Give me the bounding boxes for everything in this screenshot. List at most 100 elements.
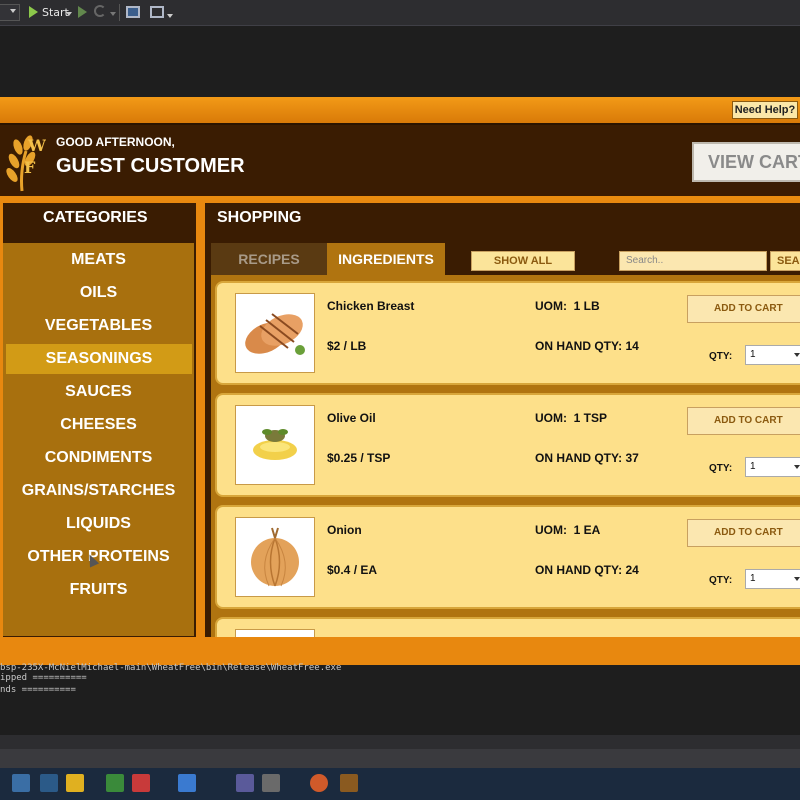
tab-recipes[interactable]: RECIPES — [211, 243, 327, 275]
product-name: Onion — [327, 523, 362, 537]
taskbar — [0, 768, 800, 800]
product-list[interactable]: Chicken Breast $2 / LB UOM: 1 LB ON HAND… — [211, 275, 800, 637]
chevron-down-icon[interactable] — [66, 12, 72, 16]
start-play-icon[interactable] — [29, 6, 38, 18]
browser-icon[interactable] — [310, 774, 328, 792]
qty-label: QTY: — [709, 351, 733, 362]
window-icon[interactable] — [126, 6, 140, 18]
chevron-down-icon — [794, 353, 800, 357]
shopping-panel: SHOPPING RECIPES INGREDIENTS SHOW ALL Se… — [202, 200, 800, 640]
taskbar-app-icon[interactable] — [262, 774, 280, 792]
customer-name: GUEST CUSTOMER — [56, 155, 245, 177]
olive-oil-icon — [253, 429, 297, 460]
category-condiments[interactable]: CONDIMENTS — [3, 443, 194, 473]
chevron-down-icon — [794, 465, 800, 469]
product-uom: UOM: 1 EA — [535, 523, 601, 537]
help-strip: Need Help? — [0, 97, 800, 123]
ide-toolbar: Start — [0, 0, 800, 26]
qty-label: QTY: — [709, 463, 733, 474]
search-input[interactable]: Search.. — [619, 251, 767, 271]
category-sauces[interactable]: SAUCES — [3, 377, 194, 407]
quantity-select[interactable]: 1 — [745, 457, 800, 477]
app-window: Need Help? W F GOOD AFTERNOON, GUEST CUS… — [0, 97, 800, 665]
output-line: ipped ========== — [0, 673, 87, 683]
product-price: $0.4 / EA — [327, 563, 378, 577]
ide-statusbar — [0, 735, 800, 749]
output-line: nds ========== — [0, 685, 76, 695]
app-header: W F GOOD AFTERNOON, GUEST CUSTOMER VIEW … — [0, 123, 800, 196]
view-cart-button[interactable]: VIEW CART — [692, 142, 800, 182]
product-price: $0.25 / TSP — [327, 451, 391, 465]
product-name: Chicken Breast — [327, 299, 415, 313]
visual-studio-icon[interactable] — [340, 774, 358, 792]
start-button[interactable]: Start — [42, 6, 69, 19]
taskbar-app-icon[interactable] — [12, 774, 30, 792]
qty-value: 1 — [750, 461, 756, 472]
config-dropdown[interactable] — [0, 4, 20, 21]
category-vegetables[interactable]: VEGETABLES — [3, 311, 194, 341]
product-card — [215, 617, 800, 637]
onion-image — [235, 517, 315, 597]
qty-value: 1 — [750, 573, 756, 584]
taskbar-app-icon[interactable] — [236, 774, 254, 792]
product-card: Onion $0.4 / EA UOM: 1 EA ON HAND QTY: 2… — [215, 505, 800, 609]
output-panel: bsp-235X-McNielMichael-main\WheatFree\bi… — [0, 663, 800, 735]
taskbar-app-icon[interactable] — [132, 774, 150, 792]
chevron-down-icon[interactable] — [167, 14, 173, 18]
svg-text:F: F — [24, 158, 36, 177]
screen: { "ide": { "start_label": "Start", "outp… — [0, 0, 800, 800]
product-on-hand: ON HAND QTY: 24 — [535, 563, 639, 577]
svg-text:W: W — [27, 136, 46, 155]
product-card: Chicken Breast $2 / LB UOM: 1 LB ON HAND… — [215, 281, 800, 385]
ide-bottom-bar — [0, 749, 800, 768]
chevron-down-icon — [10, 9, 16, 13]
categories-title: CATEGORIES — [43, 209, 148, 226]
category-liquids[interactable]: LIQUIDS — [3, 509, 194, 539]
show-all-button[interactable]: SHOW ALL — [471, 251, 575, 271]
category-other-proteins[interactable]: OTHER PROTEINS — [3, 542, 194, 572]
shopping-title: SHOPPING — [217, 209, 302, 226]
search-button[interactable]: SEARCH — [770, 251, 800, 271]
category-seasonings[interactable]: SEASONINGS — [6, 344, 192, 374]
quantity-select[interactable]: 1 — [745, 345, 800, 365]
category-meats[interactable]: MEATS — [3, 245, 194, 275]
categories-panel: CATEGORIES MEATS OILS VEGETABLES SEASONI… — [0, 200, 199, 640]
chevron-down-icon[interactable] — [110, 12, 116, 16]
category-list: MEATS OILS VEGETABLES SEASONINGS SAUCES … — [3, 243, 194, 636]
product-image — [235, 629, 315, 637]
chevron-down-icon — [794, 577, 800, 581]
taskbar-app-icon[interactable] — [106, 774, 124, 792]
toolbar-divider — [119, 4, 120, 21]
start-without-debug-icon[interactable] — [78, 6, 87, 18]
taskbar-app-icon[interactable] — [178, 774, 196, 792]
add-to-cart-button[interactable]: ADD TO CART — [687, 295, 800, 323]
qty-value: 1 — [750, 349, 756, 360]
product-uom: UOM: 1 LB — [535, 299, 600, 313]
need-help-button[interactable]: Need Help? — [732, 101, 798, 119]
onion-icon — [251, 527, 299, 587]
product-on-hand: ON HAND QTY: 37 — [535, 451, 639, 465]
chicken-breast-image — [235, 293, 315, 373]
category-cheeses[interactable]: CHEESES — [3, 410, 194, 440]
category-fruits[interactable]: FRUITS — [3, 575, 194, 605]
taskbar-app-icon[interactable] — [40, 774, 58, 792]
tab-ingredients[interactable]: INGREDIENTS — [327, 243, 445, 275]
wheat-logo-icon: W F — [6, 135, 46, 192]
qty-label: QTY: — [709, 575, 733, 586]
category-oils[interactable]: OILS — [3, 278, 194, 308]
output-line: bsp-235X-McNielMichael-main\WheatFree\bi… — [0, 663, 342, 673]
product-uom: UOM: 1 TSP — [535, 411, 608, 425]
category-grains-starches[interactable]: GRAINS/STARCHES — [3, 476, 194, 506]
body-area: CATEGORIES MEATS OILS VEGETABLES SEASONI… — [0, 200, 800, 665]
chicken-breast-icon — [245, 313, 305, 355]
greeting-text: GOOD AFTERNOON, — [56, 135, 175, 149]
folder-icon[interactable] — [66, 774, 84, 792]
product-name: Olive Oil — [327, 411, 376, 425]
add-to-cart-button[interactable]: ADD TO CART — [687, 407, 800, 435]
product-card: Olive Oil $0.25 / TSP UOM: 1 TSP ON HAND… — [215, 393, 800, 497]
hot-reload-icon[interactable] — [94, 5, 106, 17]
add-to-cart-button[interactable]: ADD TO CART — [687, 519, 800, 547]
olive-oil-image — [235, 405, 315, 485]
layout-icon[interactable] — [150, 6, 164, 18]
quantity-select[interactable]: 1 — [745, 569, 800, 589]
